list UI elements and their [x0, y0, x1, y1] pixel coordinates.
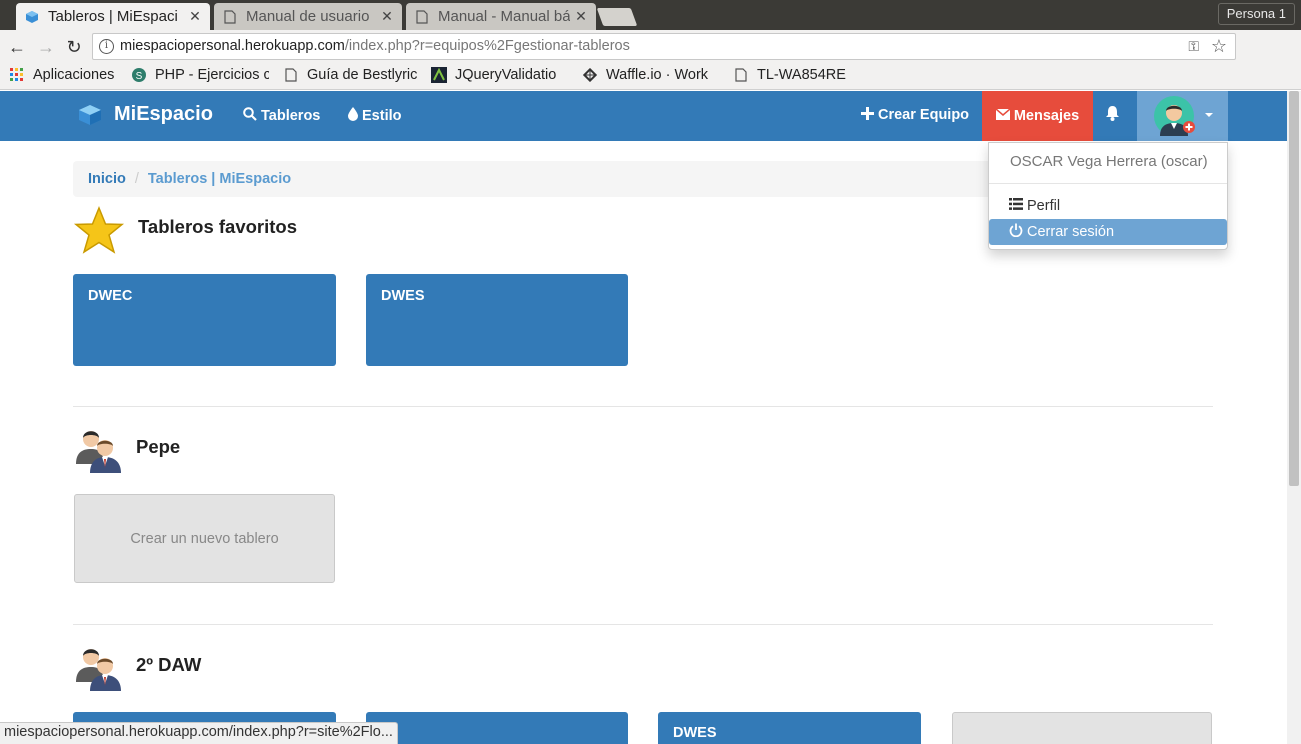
brand-name: MiEspacio — [114, 103, 213, 125]
bookmark-item[interactable]: S PHP - Ejercicios c — [131, 67, 269, 83]
team-users-icon — [76, 431, 121, 473]
browser-tab-active[interactable]: Tableros | MiEspaci ✕ — [16, 3, 210, 30]
star-icon — [73, 206, 125, 254]
create-board-card[interactable] — [952, 712, 1212, 744]
forward-arrow-icon[interactable]: → — [35, 36, 57, 58]
plus-icon — [861, 107, 874, 123]
menu-item-label: Cerrar sesión — [1027, 224, 1115, 240]
list-icon — [1009, 198, 1023, 214]
menu-item-perfil[interactable]: Perfil — [989, 193, 1227, 219]
bookmark-star-icon[interactable]: ☆ — [1211, 36, 1227, 57]
user-menu-toggle[interactable] — [1137, 91, 1228, 141]
board-title: DWEC — [88, 288, 133, 304]
nav-estilo[interactable]: Estilo — [348, 107, 401, 124]
close-tab-icon[interactable]: ✕ — [380, 8, 394, 25]
site-favicon: S — [131, 67, 147, 83]
close-tab-icon[interactable]: ✕ — [574, 8, 588, 25]
bookmark-label: JQueryValidatio — [455, 67, 557, 83]
menu-item-label: Perfil — [1027, 198, 1061, 214]
section-title-favoritos: Tableros favoritos — [138, 216, 298, 237]
app-navbar: MiEspacio Tableros Estilo Crear Equipo M… — [0, 91, 1287, 141]
breadcrumb-current: Tableros | MiEspacio — [147, 171, 292, 187]
tab-title: Manual de usuario — [246, 8, 370, 25]
board-title: DWES — [381, 288, 425, 304]
page-scrollbar[interactable] — [1287, 91, 1301, 744]
profile-button[interactable]: Persona 1 — [1217, 3, 1295, 25]
brand-link[interactable]: MiEspacio — [78, 103, 213, 126]
cube-logo-icon — [79, 104, 101, 125]
menu-divider — [989, 183, 1227, 184]
breadcrumb-separator: / — [134, 171, 139, 187]
section-title-daw: 2º DAW — [136, 654, 202, 675]
apps-grid-icon — [9, 67, 25, 83]
browser-tabstrip: Tableros | MiEspaci ✕ Manual de usuario … — [0, 0, 1301, 30]
nav-tableros[interactable]: Tableros — [243, 107, 320, 124]
new-tab-button[interactable] — [596, 8, 638, 26]
browser-toolbar: ← → ↻ i miespaciopersonal.herokuapp.com/… — [0, 30, 1301, 85]
bookmark-label: Waffle.io · Work — [606, 67, 709, 83]
bookmark-label: Guía de Bestlyric — [307, 67, 418, 83]
back-arrow-icon[interactable]: ← — [6, 36, 28, 58]
user-dropdown-menu: OSCAR Vega Herrera (oscar) Perfil Cerrar… — [988, 142, 1228, 250]
scrollbar-thumb[interactable] — [1289, 91, 1299, 486]
close-tab-icon[interactable]: ✕ — [188, 8, 202, 25]
cube-favicon-icon — [24, 9, 40, 25]
power-icon — [1009, 223, 1023, 241]
mensajes-button[interactable]: Mensajes — [982, 91, 1093, 141]
reload-icon[interactable]: ↻ — [63, 36, 85, 58]
board-card[interactable]: DWES — [366, 274, 628, 366]
browser-tab[interactable]: Manual - Manual bá ✕ — [406, 3, 596, 30]
svg-text:S: S — [136, 71, 143, 82]
bookmark-label: PHP - Ejercicios c — [155, 67, 269, 83]
chevron-down-icon — [1205, 113, 1213, 117]
bookmark-item[interactable]: Guía de Bestlyric — [283, 67, 419, 83]
page-icon — [283, 67, 299, 83]
site-favicon — [431, 67, 447, 83]
status-bar: miespaciopersonal.herokuapp.com/index.ph… — [0, 722, 398, 744]
create-board-label: Crear un nuevo tablero — [130, 530, 279, 547]
crear-equipo-label: Crear Equipo — [878, 107, 970, 123]
page-icon — [733, 67, 749, 83]
breadcrumb-home-link[interactable]: Inicio — [88, 171, 126, 187]
bookmark-item[interactable]: TL-WA854RE — [733, 67, 846, 83]
droplet-icon — [348, 107, 358, 124]
crear-equipo-link[interactable]: Crear Equipo — [861, 107, 969, 123]
bookmarks-bar: Aplicaciones S PHP - Ejercicios c Guía d… — [0, 63, 1301, 90]
search-icon — [243, 107, 257, 124]
key-icon[interactable]: ⚿ — [1188, 38, 1199, 55]
waffle-icon — [582, 67, 598, 83]
bookmark-item[interactable]: JQueryValidatio — [431, 67, 568, 83]
url-text: miespaciopersonal.herokuapp.com/index.ph… — [120, 38, 630, 54]
board-card[interactable] — [366, 712, 628, 744]
bookmark-item[interactable]: Aplicaciones — [9, 67, 114, 83]
bell-icon[interactable] — [1106, 106, 1119, 125]
tab-title: Manual - Manual bá — [438, 8, 570, 25]
section-title-pepe: Pepe — [136, 436, 181, 457]
menu-item-cerrar-sesion[interactable]: Cerrar sesión — [989, 219, 1227, 245]
board-card[interactable]: DWEC — [73, 274, 336, 366]
section-divider — [73, 624, 1213, 625]
page-icon — [414, 9, 430, 25]
mensajes-label: Mensajes — [1013, 108, 1080, 124]
breadcrumb: Inicio / Tableros | MiEspacio — [73, 161, 1013, 197]
browser-tab[interactable]: Manual de usuario ✕ — [214, 3, 402, 30]
nav-link-label: Tableros — [261, 107, 321, 124]
create-board-card[interactable]: Crear un nuevo tablero — [74, 494, 335, 583]
info-icon[interactable]: i — [99, 39, 114, 54]
board-card[interactable]: DWES — [658, 712, 921, 744]
page-icon — [222, 9, 238, 25]
user-full-name: OSCAR Vega Herrera (oscar) — [1010, 153, 1208, 170]
bookmark-item[interactable]: Waffle.io · Work — [582, 67, 718, 83]
section-divider — [73, 406, 1213, 407]
avatar — [1154, 96, 1195, 136]
nav-link-label: Estilo — [362, 107, 402, 124]
bookmark-label: Aplicaciones — [33, 67, 115, 83]
envelope-icon — [995, 108, 1011, 124]
team-users-icon — [76, 649, 121, 691]
board-title: DWES — [673, 725, 717, 741]
tab-title: Tableros | MiEspaci — [48, 8, 178, 25]
address-bar[interactable]: i miespaciopersonal.herokuapp.com/index.… — [92, 33, 1236, 60]
bookmark-label: TL-WA854RE — [757, 67, 846, 83]
